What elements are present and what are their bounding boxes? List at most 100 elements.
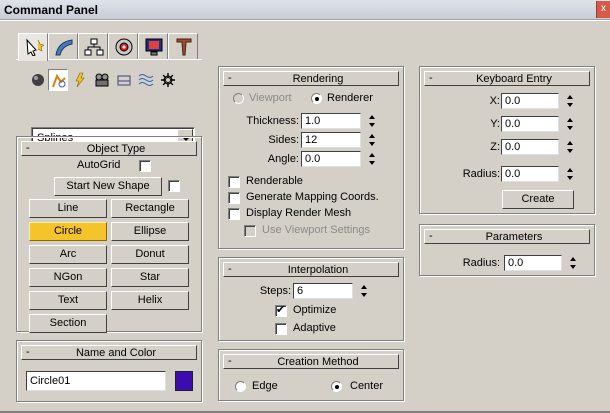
parameters-radius-input[interactable]: 0.0 [504, 255, 562, 271]
category-cameras[interactable] [92, 69, 112, 91]
viewport-label: Viewport [249, 92, 292, 104]
thickness-spinner[interactable] [367, 113, 377, 129]
category-geometry[interactable] [28, 69, 48, 91]
start-new-shape-checkbox[interactable] [168, 180, 180, 192]
angle-input[interactable]: 0.0 [301, 151, 361, 167]
display-render-mesh-checkbox[interactable] [228, 208, 240, 220]
line-button[interactable]: Line [29, 199, 107, 218]
generate-mapping-checkbox[interactable] [228, 192, 240, 204]
text-button[interactable]: Text [29, 291, 107, 310]
tab-create[interactable] [18, 33, 48, 61]
parameters-radius-spinner[interactable] [568, 255, 578, 271]
space-warps-icon [138, 74, 154, 86]
category-systems[interactable] [158, 69, 178, 91]
name-and-color-rollout: - Name and Color Circle01 [16, 340, 202, 402]
category-space-warps[interactable] [136, 69, 156, 91]
category-shapes[interactable] [48, 69, 68, 91]
center-label: Center [350, 380, 384, 392]
parameters-header[interactable]: - Parameters [424, 229, 590, 244]
cameras-icon [95, 73, 109, 87]
renderable-label: Renderable [246, 175, 303, 187]
circle-button[interactable]: Circle [29, 222, 107, 241]
renderer-radio[interactable] [311, 93, 322, 104]
angle-spinner[interactable] [367, 151, 377, 167]
helix-button[interactable]: Helix [111, 291, 189, 310]
renderable-checkbox[interactable] [228, 176, 240, 188]
use-viewport-settings-label: Use Viewport Settings [262, 224, 371, 236]
object-type-header[interactable]: - Object Type [21, 141, 197, 156]
name-and-color-title: Name and Color [75, 347, 157, 359]
tab-utilities[interactable] [168, 33, 198, 59]
lights-icon [75, 72, 85, 88]
thickness-input[interactable]: 1.0 [301, 113, 361, 129]
y-label: Y: [490, 118, 500, 130]
close-button[interactable]: x [596, 1, 610, 18]
tab-motion[interactable] [108, 33, 138, 59]
arc-button[interactable]: Arc [29, 245, 107, 264]
tab-hierarchy[interactable] [78, 33, 108, 59]
x-label: X: [489, 95, 500, 107]
renderer-label: Renderer [327, 92, 373, 104]
create-button[interactable]: Create [502, 190, 574, 209]
x-input[interactable]: 0.0 [501, 93, 559, 109]
modify-icon [55, 39, 73, 56]
rectangle-button[interactable]: Rectangle [111, 199, 189, 218]
sides-spinner[interactable] [367, 132, 377, 148]
tab-modify[interactable] [48, 33, 78, 59]
motion-icon [115, 38, 133, 56]
systems-icon [161, 73, 175, 87]
ellipse-button[interactable]: Ellipse [111, 222, 189, 241]
adaptive-label: Adaptive [293, 322, 336, 334]
category-helpers[interactable] [114, 69, 134, 91]
z-label: Z: [490, 141, 500, 153]
category-lights[interactable] [70, 69, 90, 91]
optimize-label: Optimize [293, 304, 337, 316]
optimize-checkbox[interactable] [275, 303, 287, 317]
name-and-color-header[interactable]: - Name and Color [21, 345, 197, 360]
create-icon [26, 38, 44, 56]
star-button[interactable]: Star [111, 268, 189, 287]
generate-mapping-label: Generate Mapping Coords. [246, 191, 379, 203]
object-color-swatch[interactable] [175, 371, 193, 391]
edge-radio[interactable] [235, 381, 246, 392]
use-viewport-settings-checkbox[interactable] [244, 225, 256, 237]
creation-method-rollout: - Creation Method Edge Center [218, 349, 404, 401]
rendering-rollout: - Rendering Viewport Renderer Thickness:… [218, 66, 404, 249]
keyboard-radius-input[interactable]: 0.0 [501, 166, 559, 182]
x-spinner[interactable] [565, 93, 575, 109]
interpolation-header[interactable]: - Interpolation [223, 262, 399, 277]
collapse-icon: - [228, 263, 232, 275]
create-category-icons [28, 69, 208, 91]
steps-input[interactable]: 6 [293, 283, 353, 299]
adaptive-checkbox[interactable] [275, 323, 287, 335]
parameters-radius-label: Radius: [462, 257, 500, 269]
z-spinner[interactable] [565, 139, 575, 155]
utilities-icon [176, 38, 192, 56]
parameters-title: Parameters [485, 231, 543, 243]
rendering-header[interactable]: - Rendering [223, 71, 399, 86]
start-new-shape-button[interactable]: Start New Shape [54, 177, 162, 196]
collapse-icon: - [429, 230, 433, 242]
y-spinner[interactable] [565, 116, 575, 132]
keyboard-radius-spinner[interactable] [565, 166, 575, 182]
tab-display[interactable] [138, 33, 168, 59]
object-name-input[interactable]: Circle01 [26, 371, 166, 391]
edge-label: Edge [252, 380, 278, 392]
section-button[interactable]: Section [29, 314, 107, 333]
viewport-radio[interactable] [233, 93, 244, 104]
y-input[interactable]: 0.0 [501, 116, 559, 132]
display-icon [145, 38, 163, 56]
keyboard-entry-header[interactable]: - Keyboard Entry [424, 71, 590, 86]
command-panel: Splines - Object Type AutoGrid Start New… [0, 21, 610, 413]
donut-button[interactable]: Donut [111, 245, 189, 264]
ngon-button[interactable]: NGon [29, 268, 107, 287]
creation-method-title: Creation Method [277, 356, 359, 368]
sides-input[interactable]: 12 [301, 132, 361, 148]
steps-spinner[interactable] [359, 283, 369, 299]
z-input[interactable]: 0.0 [501, 139, 559, 155]
center-radio[interactable] [331, 381, 342, 392]
collapse-icon: - [429, 72, 433, 84]
keyboard-entry-rollout: - Keyboard Entry X: 0.0 Y: 0.0 Z: 0.0 Ra… [419, 66, 595, 214]
autogrid-checkbox[interactable] [139, 160, 151, 172]
creation-method-header[interactable]: - Creation Method [223, 354, 399, 369]
